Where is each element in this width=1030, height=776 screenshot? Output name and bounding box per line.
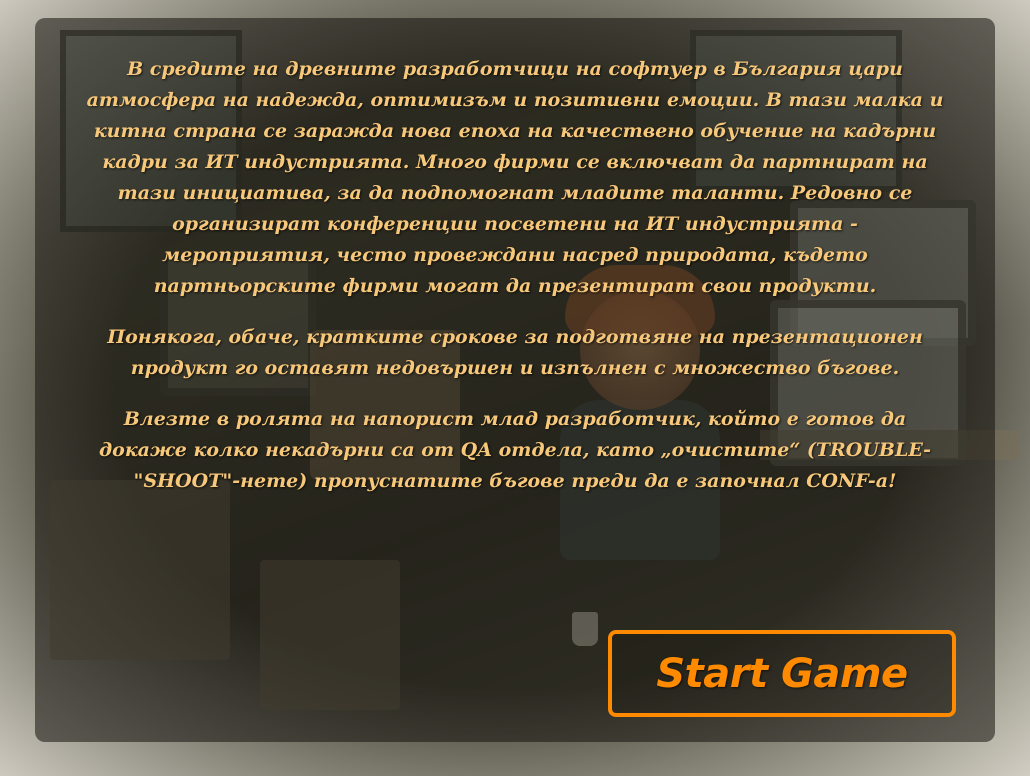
start-game-button[interactable]: Start Game	[608, 630, 956, 717]
game-screen: В средите на древните разработчици на со…	[0, 0, 1030, 776]
intro-panel: В средите на древните разработчици на со…	[35, 18, 995, 742]
story-paragraph-1: В средите на древните разработчици на со…	[86, 58, 944, 297]
story-paragraph-3: Влезте в ролята на напорист млад разрабо…	[98, 408, 932, 492]
story-paragraph-2: Понякога, обаче, кратките срокове за под…	[107, 326, 923, 379]
story-text: В средите на древните разработчици на со…	[35, 54, 995, 517]
